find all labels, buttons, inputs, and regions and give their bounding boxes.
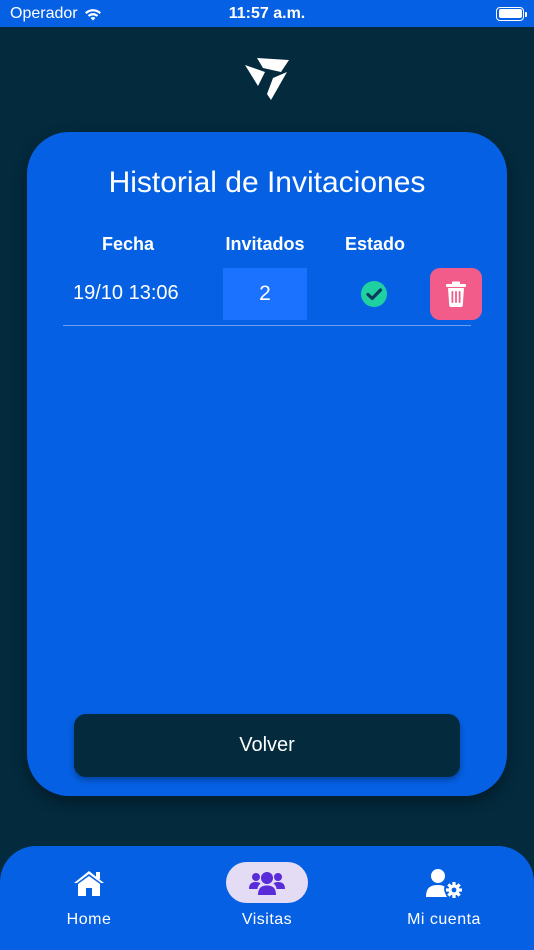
battery-icon (496, 6, 527, 21)
tab-home[interactable]: Home (9, 846, 169, 950)
column-header-estado: Estado (344, 234, 405, 254)
tab-visitas-label: Visitas (241, 911, 293, 928)
check-circle-icon (361, 281, 387, 307)
table-row: 19/10 13:06 2 (63, 268, 482, 320)
wifi-icon (84, 8, 101, 20)
users-icon (249, 871, 285, 895)
tab-visitas[interactable]: Visitas (187, 846, 347, 950)
page-title: Historial de Invitaciones (108, 166, 426, 199)
user-gear-icon (426, 868, 462, 898)
tab-mi-cuenta-icon-wrap (403, 862, 485, 903)
back-button[interactable]: Volver (74, 714, 460, 777)
tab-home-label: Home (66, 911, 112, 928)
carrier-label: Operador (10, 4, 78, 22)
tab-mi-cuenta-label: Mi cuenta (407, 911, 481, 928)
app-logo (245, 58, 289, 100)
delete-button[interactable] (430, 268, 482, 320)
tab-visitas-icon-wrap (226, 862, 308, 903)
status-bar: Operador 11:57 a.m. (0, 0, 534, 27)
home-icon (74, 870, 104, 896)
row-date: 19/10 13:06 (73, 282, 179, 304)
column-header-fecha: Fecha (101, 234, 155, 254)
history-card: Historial de Invitaciones Fecha Invitado… (27, 132, 507, 796)
trash-icon (446, 281, 466, 307)
column-header-invitados: Invitados (225, 234, 305, 254)
row-guests-count: 2 (223, 268, 307, 320)
tab-mi-cuenta[interactable]: Mi cuenta (364, 846, 524, 950)
status-left: Operador (10, 5, 102, 23)
row-divider (63, 325, 471, 326)
tab-home-icon-wrap (48, 862, 130, 903)
bottom-tab-bar: Home Visitas Mi cuenta (0, 846, 534, 950)
